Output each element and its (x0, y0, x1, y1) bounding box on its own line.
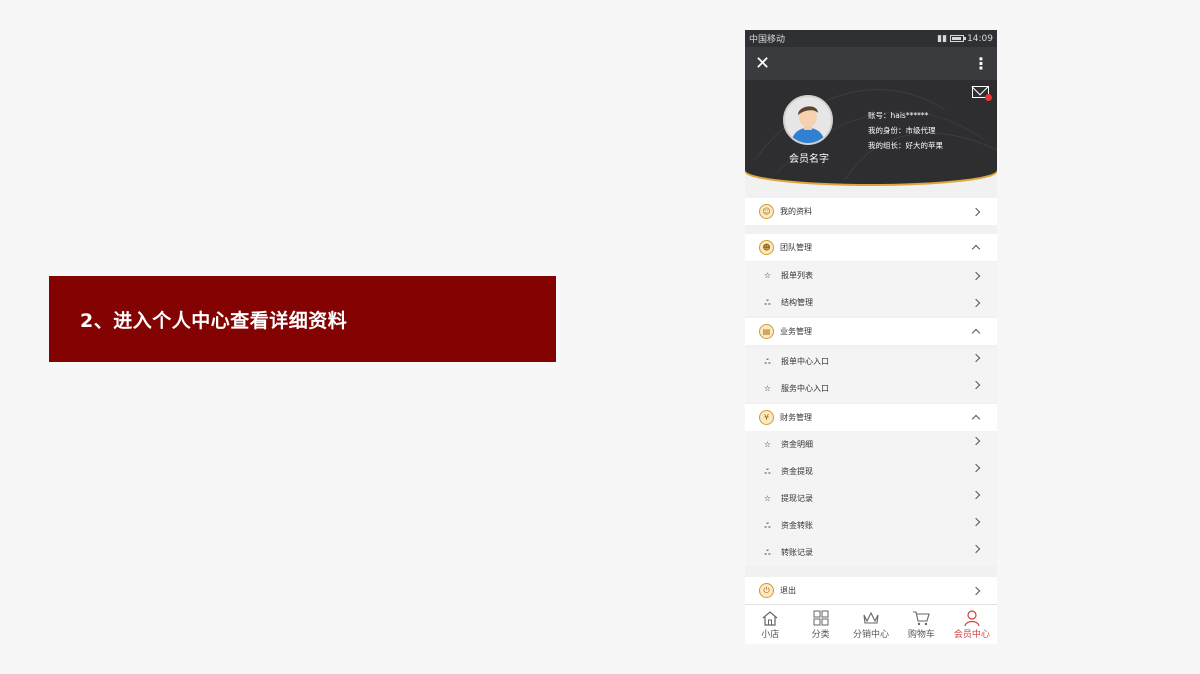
menu-item-order-list[interactable]: ☆ 报单列表 (745, 262, 997, 289)
avatar-icon (785, 97, 831, 143)
power-icon: ⏻ (759, 583, 774, 598)
menu-finance[interactable]: ¥ 财务管理 (745, 404, 997, 431)
chevron-right-icon (971, 463, 981, 473)
menu-item-label: 结构管理 (781, 298, 813, 307)
team-icon: ☻ (759, 240, 774, 255)
tab-shop[interactable]: 小店 (745, 605, 795, 644)
hierarchy-icon: ஃ (764, 466, 771, 476)
menu-team[interactable]: ☻ 团队管理 (745, 234, 997, 261)
more-icon[interactable]: ⋮ (973, 55, 989, 72)
chevron-right-icon (971, 353, 981, 363)
chevron-right-icon (971, 517, 981, 527)
tab-distribution[interactable]: 分销中心 (846, 605, 896, 644)
account-line: 账号：hais****** (868, 111, 929, 120)
hierarchy-icon: ஃ (764, 297, 771, 307)
menu-item-label: 提现记录 (781, 494, 813, 503)
menu-item-withdraw[interactable]: ஃ 资金提现 (745, 458, 997, 485)
status-icons: ▮▮ 14:09 (937, 34, 993, 44)
carrier-label: 中国移动 (749, 35, 786, 45)
leader-line: 我的组长：好大的苹果 (868, 141, 943, 150)
phone-screen: 中国移动 ▮▮ 14:09 ✕ ⋮ 会员名字 账号：hais****** 我的身… (745, 30, 997, 644)
crown-icon (861, 609, 881, 627)
tab-label: 会员中心 (953, 630, 990, 640)
menu-item-transfer-record[interactable]: ஃ 转账记录 (745, 539, 997, 566)
tab-member-center[interactable]: 会员中心 (947, 605, 997, 644)
chevron-up-icon (971, 328, 981, 338)
hierarchy-icon: ஃ (764, 356, 771, 366)
chevron-right-icon (971, 544, 981, 554)
menu-item-label: 资金明细 (781, 440, 813, 449)
hierarchy-icon: ஃ (764, 547, 771, 557)
identity-line: 我的身份：市级代理 (868, 126, 936, 135)
menu-my-info-label: 我的资料 (780, 207, 812, 216)
status-bar: 中国移动 ▮▮ 14:09 (745, 30, 997, 47)
star-icon: ☆ (763, 440, 772, 449)
hierarchy-icon: ஃ (764, 520, 771, 530)
menu-item-structure[interactable]: ஃ 结构管理 (745, 289, 997, 316)
menu-my-info[interactable]: ☺ 我的资料 (745, 198, 997, 225)
yen-icon: ¥ (759, 410, 774, 425)
tab-label: 购物车 (907, 630, 935, 640)
menu-item-order-center[interactable]: ஃ 报单中心入口 (745, 348, 997, 375)
menu-item-fund-detail[interactable]: ☆ 资金明细 (745, 431, 997, 458)
menu-business-label: 业务管理 (780, 327, 812, 336)
menu-item-label: 服务中心入口 (781, 384, 829, 393)
title-bar: ✕ ⋮ (745, 47, 997, 80)
close-icon[interactable]: ✕ (755, 54, 770, 73)
star-icon: ☆ (763, 384, 772, 393)
chevron-right-icon (971, 490, 981, 500)
menu-item-transfer[interactable]: ஃ 资金转账 (745, 512, 997, 539)
menu-logout-label: 退出 (780, 586, 796, 595)
person-icon (962, 609, 982, 627)
grid-icon (811, 609, 831, 627)
tab-label: 分销中心 (853, 630, 890, 640)
chevron-right-icon (971, 586, 981, 595)
account-info: 账号：hais****** 我的身份：市级代理 我的组长：好大的苹果 (868, 108, 943, 153)
chevron-right-icon (971, 380, 981, 390)
menu-team-label: 团队管理 (780, 243, 812, 252)
briefcase-icon: ▤ (759, 324, 774, 339)
cart-icon (911, 609, 931, 627)
tab-category[interactable]: 分类 (795, 605, 845, 644)
menu-item-service-center[interactable]: ☆ 服务中心入口 (745, 375, 997, 402)
chevron-right-icon (971, 207, 981, 216)
notification-dot (985, 94, 992, 101)
slide-title: 2、进入个人中心查看详细资料 (80, 309, 348, 332)
menu-item-label: 资金转账 (781, 521, 813, 530)
bottom-tab-bar: 小店 分类 分销中心 购物车 会员中心 (745, 604, 997, 644)
chevron-up-icon (971, 244, 981, 254)
menu-item-label: 资金提现 (781, 467, 813, 476)
mail-icon[interactable] (972, 86, 992, 101)
avatar[interactable] (783, 95, 833, 145)
chevron-right-icon (971, 298, 981, 307)
member-name: 会员名字 (789, 154, 829, 165)
menu-item-label: 报单中心入口 (781, 357, 829, 366)
menu-logout[interactable]: ⏻ 退出 (745, 577, 997, 604)
star-icon: ☆ (763, 494, 772, 503)
slide-title-banner: 2、进入个人中心查看详细资料 (49, 276, 556, 362)
menu-business[interactable]: ▤ 业务管理 (745, 318, 997, 345)
menu-item-label: 报单列表 (781, 271, 813, 280)
chevron-up-icon (971, 414, 981, 424)
signal-icon: ▮▮ (937, 33, 948, 44)
menu-finance-label: 财务管理 (780, 413, 812, 422)
menu-item-label: 转账记录 (781, 548, 813, 557)
user-icon: ☺ (759, 204, 774, 219)
battery-icon (950, 35, 967, 42)
tab-cart[interactable]: 购物车 (896, 605, 946, 644)
clock-label: 14:09 (967, 33, 993, 44)
star-icon: ☆ (763, 271, 772, 280)
home-icon (760, 609, 780, 627)
profile-header: 会员名字 账号：hais****** 我的身份：市级代理 我的组长：好大的苹果 (745, 80, 997, 184)
tab-label: 小店 (761, 630, 780, 640)
chevron-right-icon (971, 271, 981, 280)
chevron-right-icon (971, 436, 981, 446)
menu-item-withdraw-record[interactable]: ☆ 提现记录 (745, 485, 997, 512)
tab-label: 分类 (811, 630, 830, 640)
